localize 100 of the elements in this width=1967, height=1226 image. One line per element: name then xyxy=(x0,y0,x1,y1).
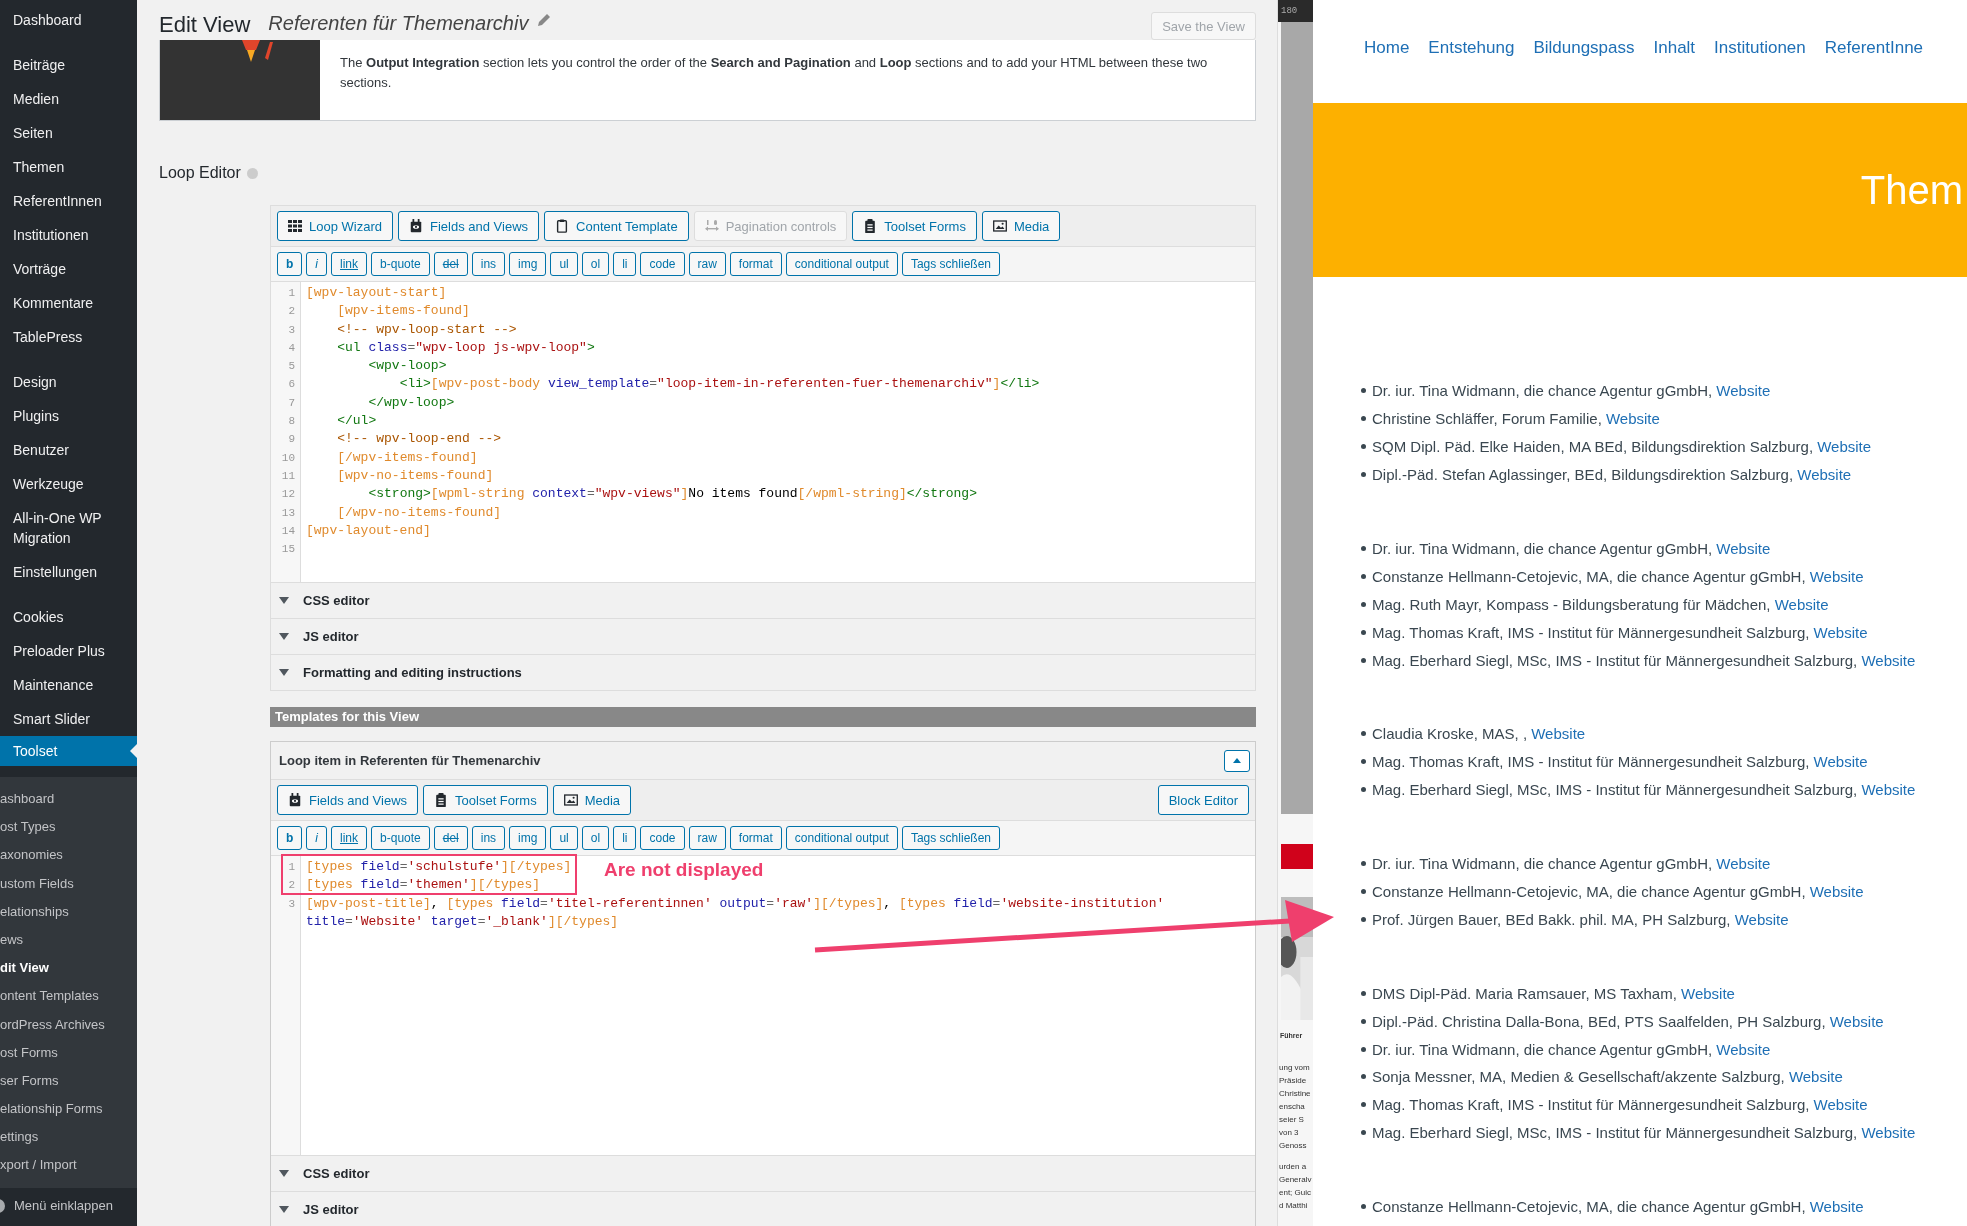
website-link[interactable]: Website xyxy=(1861,651,1916,669)
pencil-icon[interactable] xyxy=(536,12,553,28)
format-button[interactable]: conditional output xyxy=(785,826,898,850)
nav-link[interactable]: Inhalt xyxy=(1653,37,1696,58)
submenu-item[interactable]: ost Types xyxy=(0,813,137,842)
website-link[interactable]: Website xyxy=(1716,1040,1771,1058)
submenu-item[interactable]: elationships xyxy=(0,897,137,926)
website-link[interactable]: Website xyxy=(1531,725,1586,743)
submenu-item[interactable]: xport / Import xyxy=(0,1151,137,1180)
menu-item[interactable]: Werkzeuge xyxy=(0,467,137,501)
website-link[interactable]: Website xyxy=(1817,438,1872,456)
format-button[interactable]: img xyxy=(509,826,547,850)
nav-link[interactable]: Home xyxy=(1364,37,1410,58)
website-link[interactable]: Website xyxy=(1813,1096,1868,1114)
website-link[interactable]: Website xyxy=(1605,410,1660,428)
submenu-item[interactable]: ustom Fields xyxy=(0,869,137,898)
nav-link[interactable]: ReferentInne xyxy=(1824,37,1924,58)
website-link[interactable]: Website xyxy=(1716,855,1771,873)
nav-link[interactable]: Bildungspass xyxy=(1533,37,1635,58)
format-button[interactable]: b-quote xyxy=(371,826,430,850)
menu-item[interactable]: Benutzer xyxy=(0,433,137,467)
submenu-item[interactable]: ser Forms xyxy=(0,1066,137,1096)
website-link[interactable]: Website xyxy=(1774,595,1829,613)
toolbar-button[interactable]: Toolset Forms xyxy=(852,211,977,241)
submenu-item[interactable]: ettings xyxy=(0,1123,137,1152)
website-link[interactable]: Website xyxy=(1797,466,1852,484)
format-button[interactable]: code xyxy=(640,252,685,276)
format-button[interactable]: b xyxy=(277,252,303,276)
submenu-item[interactable]: ashboard xyxy=(0,785,137,814)
menu-item[interactable]: Beiträge xyxy=(0,48,137,82)
menu-item[interactable]: ReferentInnen xyxy=(0,184,137,218)
submenu-item[interactable]: ost Forms xyxy=(0,1038,137,1067)
nav-link[interactable]: Entstehung xyxy=(1428,37,1515,58)
website-link[interactable]: Website xyxy=(1813,623,1868,641)
toolbar-button[interactable]: Fields and Views xyxy=(277,785,419,815)
format-button[interactable]: ins xyxy=(471,252,506,276)
menu-item[interactable]: Vorträge xyxy=(0,252,137,286)
menu-item[interactable]: Themen xyxy=(0,150,137,184)
menu-item[interactable]: Cookies xyxy=(0,600,137,634)
nav-link[interactable]: Institutionen xyxy=(1714,37,1806,58)
menu-item[interactable]: Institutionen xyxy=(0,218,137,252)
toolbar-button[interactable]: Content Template xyxy=(544,211,689,241)
website-link[interactable]: Website xyxy=(1788,1068,1843,1086)
format-button[interactable]: ol xyxy=(581,252,610,276)
website-link[interactable]: Website xyxy=(1809,567,1864,585)
toolbar-button[interactable]: Media xyxy=(981,211,1061,241)
format-button[interactable]: raw xyxy=(688,252,726,276)
format-button[interactable]: ul xyxy=(550,826,578,850)
format-button[interactable]: Tags schließen xyxy=(901,252,1000,276)
menu-item[interactable]: Maintenance xyxy=(0,668,137,702)
website-link[interactable]: Website xyxy=(1681,984,1735,1002)
menu-item[interactable]: Dashboard xyxy=(0,3,137,37)
format-button[interactable]: code xyxy=(640,826,685,850)
website-link[interactable]: Website xyxy=(1716,382,1771,400)
format-button[interactable]: link xyxy=(331,826,368,850)
format-button[interactable]: Tags schließen xyxy=(901,826,1000,850)
format-button[interactable]: raw xyxy=(688,826,726,850)
collapse-menu-link[interactable]: Menü einklappen xyxy=(14,1198,114,1214)
format-button[interactable]: li xyxy=(613,252,637,276)
menu-item[interactable]: Einstellungen xyxy=(0,555,137,589)
menu-item[interactable]: Preloader Plus xyxy=(0,634,137,668)
menu-item[interactable]: Medien xyxy=(0,82,137,116)
menu-item[interactable]: Seiten xyxy=(0,116,137,150)
submenu-item[interactable]: axonomies xyxy=(0,841,137,870)
format-button[interactable]: conditional output xyxy=(785,252,898,276)
menu-item[interactable]: All-in-One WP Migration xyxy=(0,501,137,555)
toolbar-button[interactable]: Toolset Forms xyxy=(423,785,548,815)
format-button[interactable]: b xyxy=(277,826,303,850)
format-button[interactable]: del xyxy=(433,826,468,850)
format-button[interactable]: link xyxy=(331,252,368,276)
toolbar-button[interactable]: Media xyxy=(552,785,632,815)
website-link[interactable]: Website xyxy=(1861,781,1916,799)
website-link[interactable]: Website xyxy=(1861,1124,1916,1142)
submenu-item[interactable]: ordPress Archives xyxy=(0,1010,137,1039)
website-link[interactable]: Website xyxy=(1809,883,1864,900)
format-button[interactable]: format xyxy=(729,826,782,850)
format-button[interactable]: del xyxy=(433,252,468,276)
block-editor-button[interactable]: Block Editor xyxy=(1157,785,1249,815)
website-link[interactable]: Website xyxy=(1813,753,1868,771)
website-link[interactable]: Website xyxy=(1716,540,1771,557)
menu-item[interactable]: Plugins xyxy=(0,399,137,433)
format-button[interactable]: i xyxy=(306,252,327,276)
format-button[interactable]: ins xyxy=(471,826,506,850)
website-link[interactable]: Website xyxy=(1734,910,1789,928)
menu-item[interactable]: Design xyxy=(0,365,137,399)
collapse-button[interactable] xyxy=(1224,749,1250,772)
format-button[interactable]: format xyxy=(729,252,782,276)
menu-item[interactable]: TablePress xyxy=(0,320,137,354)
format-button[interactable]: ul xyxy=(550,252,578,276)
menu-item[interactable]: Kommentare xyxy=(0,286,137,320)
format-button[interactable]: b-quote xyxy=(371,252,430,276)
submenu-item[interactable]: ews xyxy=(0,925,137,955)
website-link[interactable]: Website xyxy=(1809,1198,1864,1216)
submenu-item[interactable]: dit View xyxy=(0,954,137,983)
toolbar-button[interactable]: Loop Wizard xyxy=(277,211,393,241)
toolbar-button[interactable]: Fields and Views xyxy=(398,211,540,241)
website-link[interactable]: Website xyxy=(1829,1012,1884,1030)
format-button[interactable]: img xyxy=(509,252,547,276)
menu-item[interactable]: Smart Slider xyxy=(0,702,137,736)
format-button[interactable]: li xyxy=(613,826,637,850)
